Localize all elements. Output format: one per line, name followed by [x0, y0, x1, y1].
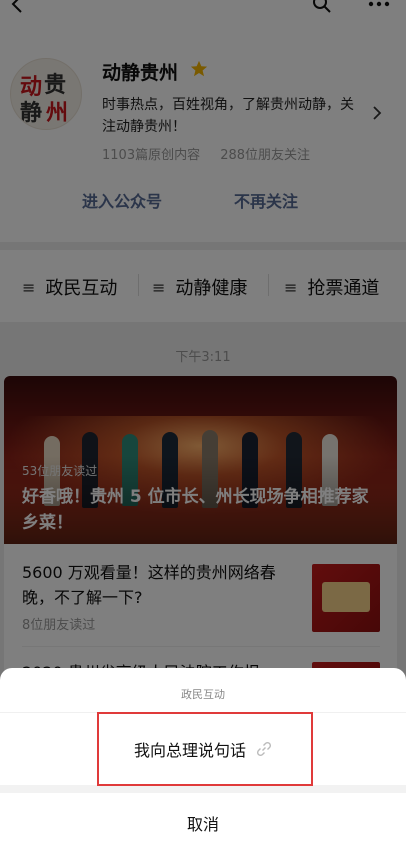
- cancel-button[interactable]: 取消: [0, 793, 406, 852]
- highlight-box: [97, 712, 313, 786]
- sheet-gap: [0, 785, 406, 793]
- action-sheet-title: 政民互动: [181, 688, 225, 701]
